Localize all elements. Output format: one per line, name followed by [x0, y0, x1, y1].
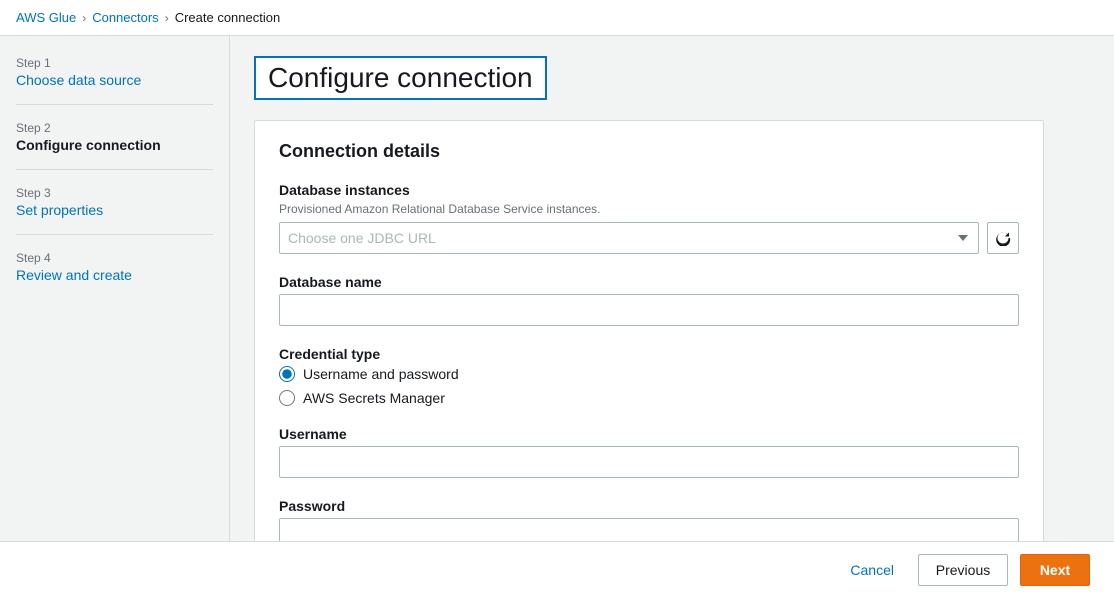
credential-type-radio-group: Username and password AWS Secrets Manage…	[279, 366, 1019, 406]
breadcrumb: AWS Glue › Connectors › Create connectio…	[0, 0, 1114, 36]
sidebar-item-review-and-create[interactable]: Review and create	[16, 267, 213, 283]
radio-label-aws-secrets[interactable]: AWS Secrets Manager	[279, 390, 1019, 406]
db-instances-select[interactable]: Choose one JDBC URL	[279, 222, 979, 254]
page-title: Configure connection	[254, 56, 547, 100]
username-field: Username	[279, 426, 1019, 478]
db-name-label: Database name	[279, 274, 1019, 290]
breadcrumb-sep-2: ›	[165, 11, 169, 25]
radio-username-password-label: Username and password	[303, 366, 459, 382]
content-area: Configure connection Connection details …	[230, 36, 1114, 593]
connection-details-card: Connection details Database instances Pr…	[254, 120, 1044, 591]
db-instances-field: Database instances Provisioned Amazon Re…	[279, 182, 1019, 254]
sidebar-item-set-properties[interactable]: Set properties	[16, 202, 213, 218]
step-3-label: Step 3	[16, 186, 213, 200]
card-title: Connection details	[279, 141, 1019, 162]
credential-type-field: Credential type Username and password AW…	[279, 346, 1019, 406]
sidebar-step-4: Step 4 Review and create	[16, 251, 213, 299]
db-instances-hint: Provisioned Amazon Relational Database S…	[279, 202, 1019, 216]
sidebar-item-configure-connection: Configure connection	[16, 137, 213, 153]
username-input[interactable]	[279, 446, 1019, 478]
cancel-button[interactable]: Cancel	[838, 556, 906, 584]
next-button[interactable]: Next	[1020, 554, 1090, 586]
breadcrumb-aws-glue[interactable]: AWS Glue	[16, 10, 76, 25]
password-label: Password	[279, 498, 1019, 514]
breadcrumb-connectors[interactable]: Connectors	[92, 10, 158, 25]
previous-button[interactable]: Previous	[918, 554, 1008, 586]
footer: Cancel Previous Next	[0, 541, 1114, 598]
step-4-label: Step 4	[16, 251, 213, 265]
breadcrumb-sep-1: ›	[82, 11, 86, 25]
sidebar: Step 1 Choose data source Step 2 Configu…	[0, 36, 230, 593]
step-1-label: Step 1	[16, 56, 213, 70]
step-2-label: Step 2	[16, 121, 213, 135]
main-layout: Step 1 Choose data source Step 2 Configu…	[0, 36, 1114, 593]
db-instances-row: Choose one JDBC URL	[279, 222, 1019, 254]
radio-label-username-password[interactable]: Username and password	[279, 366, 1019, 382]
db-name-field: Database name	[279, 274, 1019, 326]
refresh-icon	[995, 230, 1011, 246]
credential-type-label: Credential type	[279, 346, 1019, 362]
radio-aws-secrets-label: AWS Secrets Manager	[303, 390, 445, 406]
breadcrumb-current: Create connection	[175, 10, 281, 25]
radio-username-password[interactable]	[279, 366, 295, 382]
username-label: Username	[279, 426, 1019, 442]
sidebar-item-choose-data-source[interactable]: Choose data source	[16, 72, 213, 88]
radio-aws-secrets[interactable]	[279, 390, 295, 406]
sidebar-step-2: Step 2 Configure connection	[16, 121, 213, 170]
sidebar-step-1: Step 1 Choose data source	[16, 56, 213, 105]
sidebar-step-3: Step 3 Set properties	[16, 186, 213, 235]
db-instances-label: Database instances	[279, 182, 1019, 198]
db-name-input[interactable]	[279, 294, 1019, 326]
refresh-button[interactable]	[987, 222, 1019, 254]
